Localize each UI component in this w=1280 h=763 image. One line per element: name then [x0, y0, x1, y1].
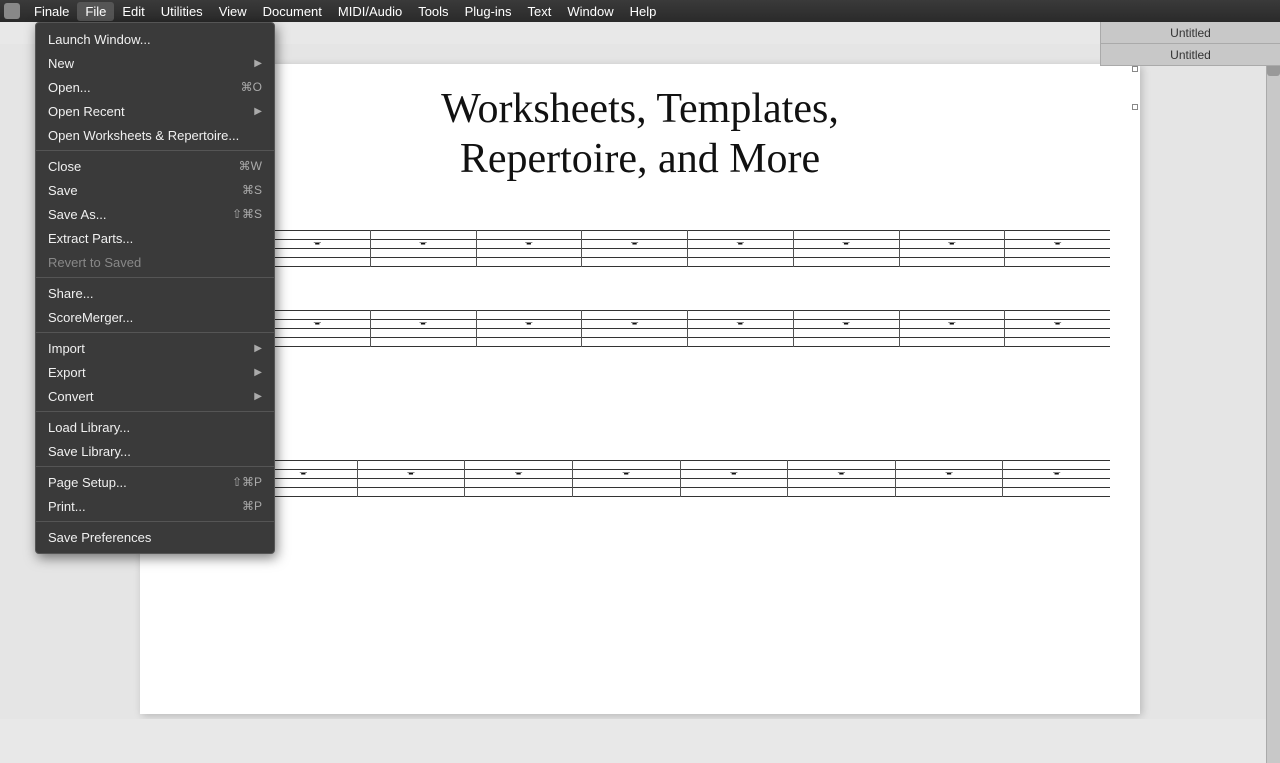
measures-treble: 𝄻 𝄻 𝄻 𝄻 𝄻 𝄻 𝄻 𝄻 — [265, 230, 1110, 267]
measure-5b: 𝄻 — [688, 310, 794, 347]
measure-1b: 𝄻 — [265, 310, 371, 347]
menu-save-as[interactable]: Save As... ⇧⌘S — [36, 202, 274, 226]
shortcut-save: ⌘S — [242, 183, 262, 197]
score-title: Worksheets, Templates,Repertoire, and Mo… — [170, 84, 1110, 185]
app-icon — [4, 3, 20, 19]
separator-5 — [36, 466, 274, 467]
corner-marker-tr — [1132, 66, 1138, 72]
score-paper: Worksheets, Templates,Repertoire, and Mo… — [140, 64, 1140, 714]
staff-lines-treble: 𝄻 𝄻 𝄻 𝄻 𝄻 𝄻 𝄻 𝄻 — [265, 230, 1110, 266]
measure-7t: 𝄻 — [900, 230, 1006, 267]
m2-2t: 𝄻 — [358, 460, 466, 497]
bass-staff-1: 𝄢 ♯ 4 4 𝄻 𝄻 — [195, 295, 1110, 365]
menu-export[interactable]: Export ▶ — [36, 360, 274, 384]
menubar-item-help[interactable]: Help — [622, 2, 665, 21]
menubar: Finale File Edit Utilities View Document… — [0, 0, 1280, 22]
menubar-item-document[interactable]: Document — [255, 2, 330, 21]
corner-marker-tr2 — [1132, 104, 1138, 110]
menubar-item-utilities[interactable]: Utilities — [153, 2, 211, 21]
staff-system-2: 8 { 𝄞 ♯ 𝄻 — [180, 445, 1110, 515]
menu-save[interactable]: Save ⌘S — [36, 178, 274, 202]
staff-lines-bass: 𝄻 𝄻 𝄻 𝄻 𝄻 𝄻 𝄻 𝄻 — [265, 310, 1110, 346]
menu-open-recent[interactable]: Open Recent ▶ — [36, 99, 274, 123]
shortcut-save-as: ⇧⌘S — [232, 207, 262, 221]
m2-6t: 𝄻 — [788, 460, 896, 497]
menubar-item-file[interactable]: File — [77, 2, 114, 21]
menu-load-library[interactable]: Load Library... — [36, 415, 274, 439]
menu-launch-window[interactable]: Launch Window... — [36, 27, 274, 51]
menu-convert[interactable]: Convert ▶ — [36, 384, 274, 408]
staff-system-1: { 𝄞 ♯ 4 4 — [180, 215, 1110, 365]
measures-bass: 𝄻 𝄻 𝄻 𝄻 𝄻 𝄻 𝄻 𝄻 — [265, 310, 1110, 347]
menu-open-worksheets[interactable]: Open Worksheets & Repertoire... — [36, 123, 274, 147]
measure-7b: 𝄻 — [900, 310, 1006, 347]
menu-print[interactable]: Print... ⌘P — [36, 494, 274, 518]
separator-2 — [36, 277, 274, 278]
measure-4b: 𝄻 — [582, 310, 688, 347]
measure-4t: 𝄻 — [582, 230, 688, 267]
shortcut-open: ⌘O — [241, 80, 262, 94]
menu-extract-parts[interactable]: Extract Parts... — [36, 226, 274, 250]
measure-8t: 𝄻 — [1005, 230, 1110, 267]
menu-scoremerger[interactable]: ScoreMerger... — [36, 305, 274, 329]
menu-page-setup[interactable]: Page Setup... ⇧⌘P — [36, 470, 274, 494]
submenu-arrow-recent: ▶ — [254, 106, 262, 117]
m2-8t: 𝄻 — [1003, 460, 1110, 497]
menu-save-preferences[interactable]: Save Preferences — [36, 525, 274, 549]
menubar-item-plugins[interactable]: Plug-ins — [457, 2, 520, 21]
untitled-tab-2[interactable]: Untitled — [1101, 44, 1280, 66]
menu-revert: Revert to Saved — [36, 250, 274, 274]
menu-save-library[interactable]: Save Library... — [36, 439, 274, 463]
submenu-arrow-export: ▶ — [254, 367, 262, 378]
shortcut-print: ⌘P — [242, 499, 262, 513]
m2-4t: 𝄻 — [573, 460, 681, 497]
menu-import[interactable]: Import ▶ — [36, 336, 274, 360]
menubar-item-window[interactable]: Window — [559, 2, 621, 21]
submenu-arrow-convert: ▶ — [254, 391, 262, 402]
menu-open[interactable]: Open... ⌘O — [36, 75, 274, 99]
submenu-arrow-import: ▶ — [254, 343, 262, 354]
shortcut-page-setup: ⇧⌘P — [232, 475, 262, 489]
measure-6b: 𝄻 — [794, 310, 900, 347]
shortcut-close: ⌘W — [239, 159, 262, 173]
menubar-item-text[interactable]: Text — [520, 2, 560, 21]
menubar-item-tools[interactable]: Tools — [410, 2, 456, 21]
menubar-item-midi-audio[interactable]: MIDI/Audio — [330, 2, 410, 21]
separator-3 — [36, 332, 274, 333]
file-menu: Launch Window... New ▶ Open... ⌘O Open R… — [35, 22, 275, 554]
treble-staff-2: 𝄞 ♯ 𝄻 𝄻 𝄻 𝄻 𝄻 — [195, 445, 1110, 515]
menubar-item-edit[interactable]: Edit — [114, 2, 152, 21]
measure-2t: 𝄻 — [371, 230, 477, 267]
staff-lines-treble-2: 𝄻 𝄻 𝄻 𝄻 𝄻 𝄻 𝄻 𝄻 — [250, 460, 1110, 496]
separator-6 — [36, 521, 274, 522]
menu-share[interactable]: Share... — [36, 281, 274, 305]
untitled-tab-1[interactable]: Untitled — [1101, 22, 1280, 44]
measure-6t: 𝄻 — [794, 230, 900, 267]
treble-staff-1: 𝄞 ♯ 4 4 𝄻 — [195, 215, 1110, 285]
measure-8b: 𝄻 — [1005, 310, 1110, 347]
measure-1t: 𝄻 — [265, 230, 371, 267]
measure-2b: 𝄻 — [371, 310, 477, 347]
scrollbar-right[interactable] — [1266, 44, 1280, 763]
menu-new[interactable]: New ▶ — [36, 51, 274, 75]
measure-3b: 𝄻 — [477, 310, 583, 347]
m2-5t: 𝄻 — [681, 460, 789, 497]
m2-3t: 𝄻 — [465, 460, 573, 497]
measure-3t: 𝄻 — [477, 230, 583, 267]
measure-5t: 𝄻 — [688, 230, 794, 267]
m2-7t: 𝄻 — [896, 460, 1004, 497]
menubar-item-view[interactable]: View — [211, 2, 255, 21]
menu-close[interactable]: Close ⌘W — [36, 154, 274, 178]
separator-4 — [36, 411, 274, 412]
submenu-arrow-new: ▶ — [254, 58, 262, 69]
document-tabs: Untitled Untitled — [1100, 22, 1280, 66]
menubar-item-finale[interactable]: Finale — [26, 2, 77, 21]
measures-treble-2: 𝄻 𝄻 𝄻 𝄻 𝄻 𝄻 𝄻 𝄻 — [250, 460, 1110, 497]
separator-1 — [36, 150, 274, 151]
